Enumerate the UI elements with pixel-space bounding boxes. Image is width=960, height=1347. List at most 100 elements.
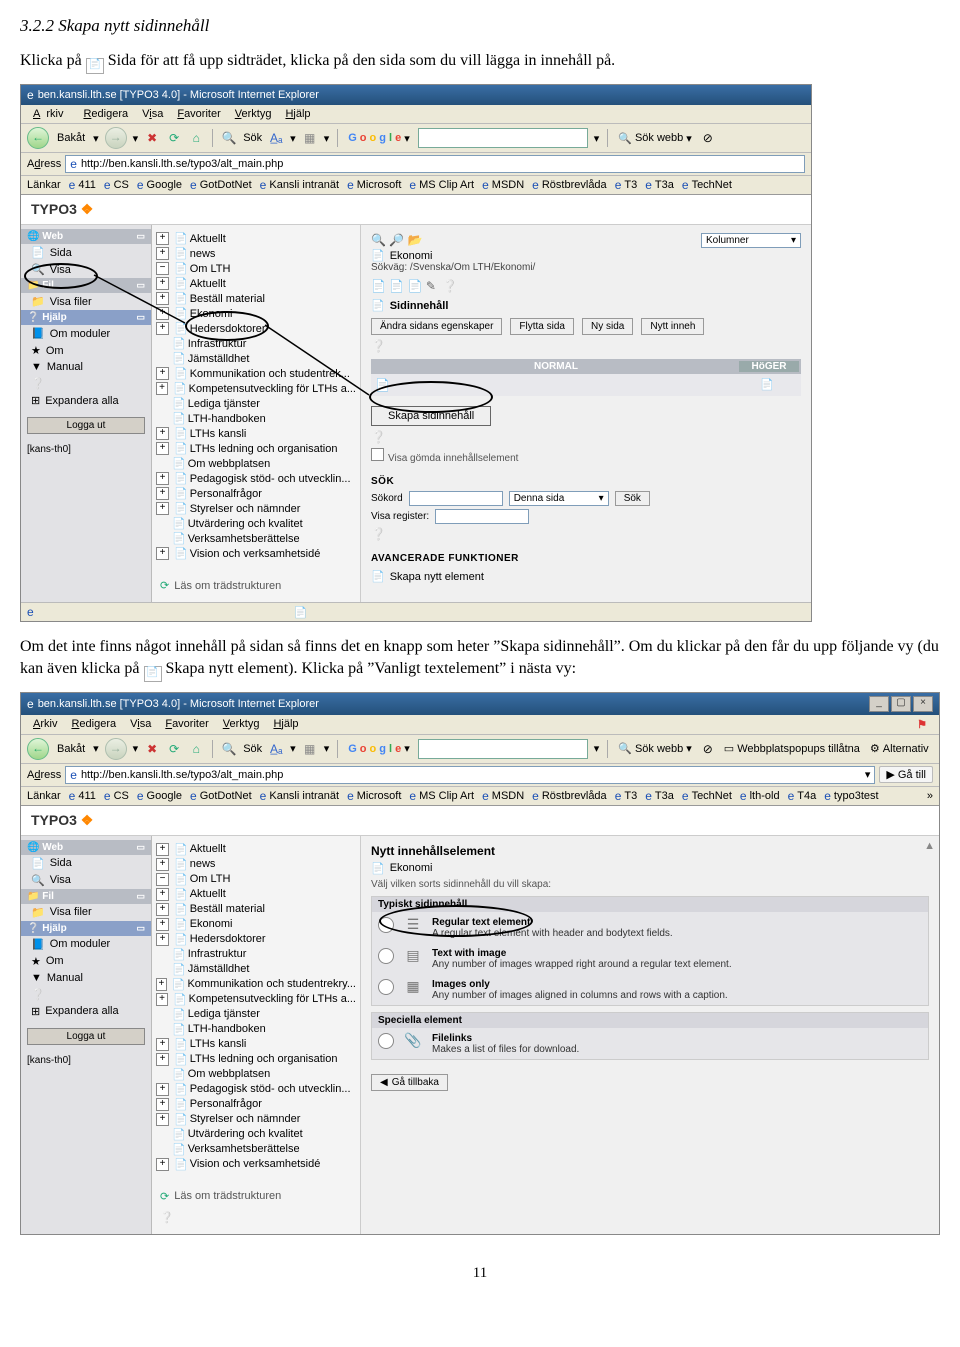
btn-nytt-inneh[interactable]: Nytt inneh — [641, 318, 704, 335]
opt-regular-text[interactable]: ☰Regular text elementA regular text elem… — [372, 912, 928, 943]
opt-text-image[interactable]: ▤Text with imageAny number of images wra… — [372, 943, 928, 974]
text-image-icon: ▤ — [402, 947, 424, 964]
opt-images-only[interactable]: ▦Images onlyAny number of images aligned… — [372, 974, 928, 1005]
scope-select[interactable]: Denna sida▾ — [509, 491, 609, 506]
menubar-2[interactable]: Arkiv Redigera Visa Favoriter Verktyg Hj… — [21, 715, 939, 735]
current-page-title: Ekonomi — [390, 250, 433, 262]
nav-hjalp-header[interactable]: ❔ Hjälp▭ — [21, 310, 151, 325]
google-search-box[interactable] — [418, 128, 588, 148]
typo3-header: TYPO3 ❖ — [21, 195, 811, 225]
link-t3a[interactable]: eT3a — [645, 178, 674, 192]
nav-manual[interactable]: ▼ Manual — [21, 359, 151, 375]
new-element-icon: 📄 — [144, 666, 162, 682]
go-back-button[interactable]: ◀Gå tillbaka — [371, 1074, 448, 1091]
link-microsoft[interactable]: eMicrosoft — [347, 178, 401, 192]
user-label: [kans-th0] — [21, 442, 151, 457]
google-toolbar[interactable]: Google ▾ — [346, 131, 411, 146]
sokord-input[interactable] — [409, 491, 503, 506]
back-label[interactable]: Bakåt — [55, 131, 87, 145]
font-icon[interactable]: A̲ₐ — [268, 130, 284, 146]
category-special: Speciella element — [372, 1013, 928, 1028]
visa-register-input[interactable] — [435, 509, 529, 524]
menu-hjalp[interactable]: Hjälp — [279, 107, 316, 121]
blocker-icon[interactable]: ⊘ — [700, 130, 716, 146]
text-icon: ☰ — [402, 916, 424, 933]
link-t3[interactable]: eT3 — [615, 178, 638, 192]
link-cs[interactable]: eCS — [104, 178, 129, 192]
wizard-title: Nytt innehållselement — [371, 844, 929, 858]
opt-filelinks[interactable]: 📎FilelinksMakes a list of files for down… — [372, 1028, 928, 1059]
window-controls[interactable]: _▢× — [869, 696, 933, 712]
nav-visa-filer[interactable]: 📁 Visa filer — [21, 293, 151, 310]
btn-ny-sida[interactable]: Ny sida — [582, 318, 633, 335]
view-select[interactable]: Kolumner▾ — [701, 233, 801, 248]
nav-expandera[interactable]: ⊞ Expandera alla — [21, 392, 151, 409]
nav-web-header[interactable]: 🌐 Web▭ — [21, 229, 151, 244]
logout-button[interactable]: Logga ut — [27, 417, 145, 434]
page-module-panel: 🔍 🔎 📂 📄Ekonomi Sökväg: /Svenska/Om LTH/E… — [361, 225, 811, 602]
address-bar: Adress e http://ben.kansli.lth.se/typo3/… — [21, 153, 811, 176]
btn-flytta[interactable]: Flytta sida — [510, 318, 574, 335]
category-typical: Typiskt sidinnehåll — [372, 897, 928, 912]
images-icon: ▦ — [402, 978, 424, 995]
action-icons[interactable]: 🔍 🔎 📂 — [371, 233, 535, 247]
address-label: Adress — [27, 158, 61, 170]
link-gotdotnet[interactable]: eGotDotNet — [190, 178, 252, 192]
links-more[interactable]: » — [927, 790, 933, 802]
menu-arkiv[interactable]: Arkiv — [27, 107, 75, 121]
minimize-icon[interactable]: _ — [869, 696, 889, 712]
skapa-sidinnehall-button[interactable]: Skapa sidinnehåll — [371, 406, 491, 426]
toolbar-main: ← Bakåt▾ →▾ ✖ ⟳ ⌂ 🔍Sök A̲ₐ▾ ▦▾ Google ▾ … — [21, 124, 811, 153]
help-icon[interactable]: ❔ — [21, 375, 151, 392]
back-arrow-icon: ◀ — [380, 1077, 388, 1088]
stop-icon[interactable]: ✖ — [144, 130, 160, 146]
menu-visa[interactable]: Visa — [136, 107, 169, 121]
maximize-icon[interactable]: ▢ — [891, 696, 911, 712]
new-element-wizard: Nytt innehållselement 📄Ekonomi Välj vilk… — [361, 836, 939, 1234]
menu-redigera[interactable]: Redigera — [77, 107, 134, 121]
tree-footer[interactable]: ⟳Läs om trädstrukturen — [156, 575, 356, 596]
btn-andra[interactable]: Ändra sidans egenskaper — [371, 318, 502, 335]
nav-om[interactable]: ★ Om — [21, 342, 151, 359]
tiles-icon[interactable]: ▦ — [302, 130, 318, 146]
nav-om-moduler[interactable]: 📘 Om moduler — [21, 325, 151, 342]
menu-favoriter[interactable]: Favoriter — [171, 107, 226, 121]
sidinnehall-heading: 📄 Sidinnehåll — [371, 299, 801, 312]
back-button[interactable]: ← — [27, 127, 49, 149]
back-button[interactable]: ← — [27, 738, 49, 760]
link-msdn[interactable]: eMSDN — [482, 178, 524, 192]
windows-flag-icon: ⚑ — [911, 717, 933, 732]
screenshot-1: e ben.kansli.lth.se [TYPO3 4.0] - Micros… — [20, 84, 812, 622]
link-rost[interactable]: eRöstbrevlåda — [532, 178, 607, 192]
go-button[interactable]: ▶ Gå till — [879, 766, 933, 783]
nav-fil-header[interactable]: 📁 Fil▭ — [21, 278, 151, 293]
breadcrumb: Sökväg: /Svenska/Om LTH/Ekonomi/ — [371, 262, 535, 273]
typo3-logo-icon: ❖ — [81, 201, 94, 217]
paragraph-2: Om det inte finns något innehåll på sida… — [20, 636, 940, 682]
page-action-buttons: Ändra sidans egenskaper Flytta sida Ny s… — [371, 318, 801, 335]
menubar[interactable]: Arkiv Redigera Visa Favoriter Verktyg Hj… — [21, 105, 811, 124]
page-number: 11 — [20, 1265, 940, 1282]
sok-webb[interactable]: 🔍 Sök webb ▾ — [616, 131, 694, 146]
window-titlebar-2: e ben.kansli.lth.se [TYPO3 4.0] - Micros… — [21, 693, 939, 715]
close-icon[interactable]: × — [913, 696, 933, 712]
link-411[interactable]: e411 — [69, 178, 96, 192]
menu-verktyg[interactable]: Verktyg — [229, 107, 278, 121]
up-arrow-icon[interactable]: ▲ — [924, 840, 935, 852]
nav-visa[interactable]: 🔍 Visa — [21, 261, 151, 278]
skapa-nytt-element-link[interactable]: 📄 Skapa nytt element — [371, 570, 801, 583]
refresh-icon[interactable]: ⟳ — [166, 130, 182, 146]
nav-sida[interactable]: 📄 Sida — [21, 244, 151, 261]
page-favicon: e — [70, 157, 77, 171]
search-icon[interactable]: 🔍 — [221, 130, 237, 146]
link-google[interactable]: eGoogle — [137, 178, 182, 192]
sok-heading: SÖK — [371, 476, 801, 487]
link-technet[interactable]: eTechNet — [682, 178, 732, 192]
sok-button[interactable]: Sök — [615, 491, 650, 506]
popups-allowed[interactable]: ▭ Webbplatspopups tillåtna — [722, 741, 862, 756]
address-field[interactable]: e http://ben.kansli.lth.se/typo3/alt_mai… — [65, 155, 805, 173]
link-clipart[interactable]: eMS Clip Art — [409, 178, 474, 192]
link-kansli[interactable]: eKansli intranät — [260, 178, 339, 192]
alternativ[interactable]: ⚙ Alternativ — [868, 741, 931, 756]
home-icon[interactable]: ⌂ — [188, 130, 204, 146]
